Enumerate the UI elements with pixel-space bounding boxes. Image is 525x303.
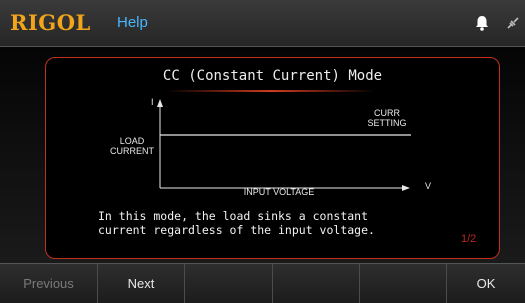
mode-description: In this mode, the load sinks a constant …	[98, 209, 438, 237]
top-bar: RIGOL Help	[0, 0, 525, 47]
load-current-label: LOAD CURRENT	[106, 136, 158, 156]
x-axis-arrow	[402, 185, 410, 191]
bell-icon[interactable]	[475, 15, 489, 31]
y-axis-arrow	[157, 99, 163, 107]
y-axis-label: I	[151, 97, 154, 107]
ok-button[interactable]: OK	[447, 264, 525, 303]
x-axis-label: V	[425, 181, 432, 191]
load-current-label-line2: CURRENT	[110, 146, 154, 156]
app-title: Help	[117, 14, 148, 31]
description-line-1: In this mode, the load sinks a constant	[98, 209, 369, 223]
softkey-4[interactable]	[273, 264, 360, 303]
load-current-label-line1: LOAD	[119, 136, 145, 146]
cc-mode-graph	[157, 99, 411, 191]
help-panel: CC (Constant Current) Mode I V LOAD CURR…	[45, 57, 500, 259]
input-voltage-label: INPUT VOLTAGE	[243, 187, 315, 197]
description-line-2: current regardless of the input voltage.	[98, 223, 375, 237]
curr-setting-label: CURR SETTING	[362, 108, 412, 128]
softkey-bar: Previous Next OK	[0, 263, 525, 303]
previous-button[interactable]: Previous	[0, 264, 98, 303]
curr-setting-label-line1: CURR	[374, 108, 400, 118]
page-indicator: 1/2	[461, 233, 477, 245]
next-button[interactable]: Next	[98, 264, 185, 303]
softkey-5[interactable]	[360, 264, 447, 303]
curr-setting-label-line2: SETTING	[367, 118, 407, 128]
usb-plug-icon	[507, 17, 519, 29]
softkey-3[interactable]	[185, 264, 273, 303]
brand-logo: RIGOL	[10, 10, 91, 35]
